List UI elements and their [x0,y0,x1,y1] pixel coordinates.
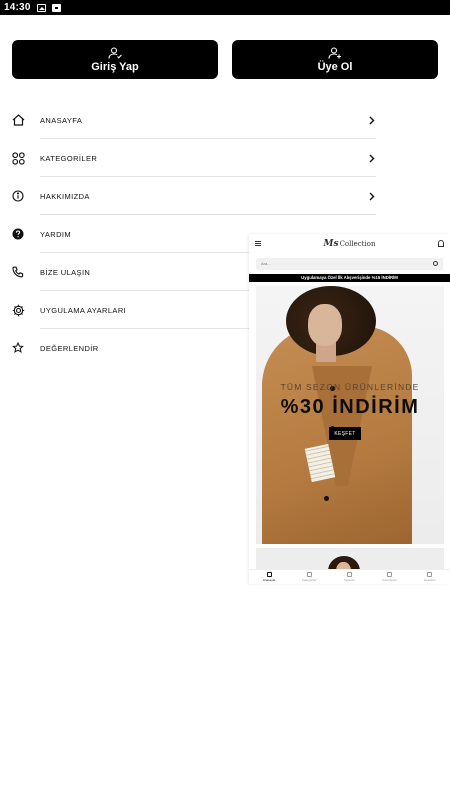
hero-banner[interactable]: TÜM SEZON ÜRÜNLERİNDE %30 İNDİRİM KEŞFET [256,286,444,544]
menu-item-label: BİZE ULAŞIN [40,267,91,277]
tab-label: Favorilerim [382,578,398,582]
preview-search-input[interactable]: Ara... [256,258,443,270]
image-notification-icon [36,3,46,12]
menu-item-categories[interactable]: KATEGORİLER [0,139,376,177]
tab-label: Kategoriler [302,578,317,582]
user-icon [427,572,433,577]
hero-title: %30 İNDİRİM [280,396,420,418]
model-face [308,304,342,346]
tab-label: Sepetim [343,578,355,582]
search-placeholder: Ara... [261,261,271,266]
bag-icon [346,572,352,577]
bottom-tab-bar: Anasayfa Kategoriler Sepetim Favorilerim… [249,569,450,584]
menu-item-label: ANASAYFA [40,115,83,125]
discover-button[interactable]: KEŞFET [329,427,361,440]
grid-icon [11,151,25,165]
brand-logo: MsCollection [324,239,376,249]
star-icon [11,341,25,355]
menu-item-label: UYGULAMA AYARLARI [40,305,127,315]
auth-buttons: Giriş Yap Üye Ol [12,40,438,79]
status-bar: 14:30 [0,0,450,15]
tab-account[interactable]: Hesabım [415,572,445,582]
home-icon [11,113,25,127]
chevron-right-icon [368,189,376,203]
tab-favorites[interactable]: Favorilerim [375,572,405,582]
hero-subtitle: TÜM SEZON ÜRÜNLERİNDE [280,382,420,392]
status-time: 14:30 [4,2,31,13]
menu-item-home[interactable]: ANASAYFA [0,101,376,139]
menu-item-about[interactable]: HAKKIMIZDA [0,177,376,215]
app-preview-panel[interactable]: MsCollection Ara... Uygulamaya Özel İlk … [249,234,450,584]
preview-header: MsCollection [249,234,450,254]
help-icon [11,227,25,241]
search-icon [433,261,438,266]
menu-item-label: HAKKIMIZDA [40,191,90,201]
logo-mark: Ms [323,239,339,249]
user-add-icon [328,46,341,59]
bell-icon[interactable] [438,240,444,247]
phone-icon [11,265,25,279]
gear-icon [11,303,25,317]
user-login-icon [108,46,122,59]
logo-text: Collection [339,240,376,248]
menu-item-label: KATEGORİLER [40,153,98,163]
chevron-right-icon [368,151,376,165]
login-label: Giriş Yap [91,60,139,73]
tab-categories[interactable]: Kategoriler [294,572,324,582]
home-icon [266,572,272,577]
signup-button[interactable]: Üye Ol [232,40,438,79]
chevron-right-icon [368,113,376,127]
tab-cart[interactable]: Sepetim [334,572,364,582]
coat-button [324,496,329,501]
tab-label: Hesabım [423,578,436,582]
app-notification-icon [51,3,61,12]
login-button[interactable]: Giriş Yap [12,40,218,79]
heart-icon [387,572,393,577]
menu-item-label: DEĞERLENDİR [40,343,99,353]
grid-icon [306,572,312,577]
menu-item-label: YARDIM [40,229,72,239]
promo-banner: Uygulamaya Özel İlk Alışverişinde %15 İN… [249,274,450,282]
info-icon [11,189,25,203]
tab-home[interactable]: Anasayfa [254,572,284,582]
tab-label: Anasayfa [262,578,276,582]
signup-label: Üye Ol [317,60,353,73]
hamburger-menu-icon[interactable] [255,241,261,246]
